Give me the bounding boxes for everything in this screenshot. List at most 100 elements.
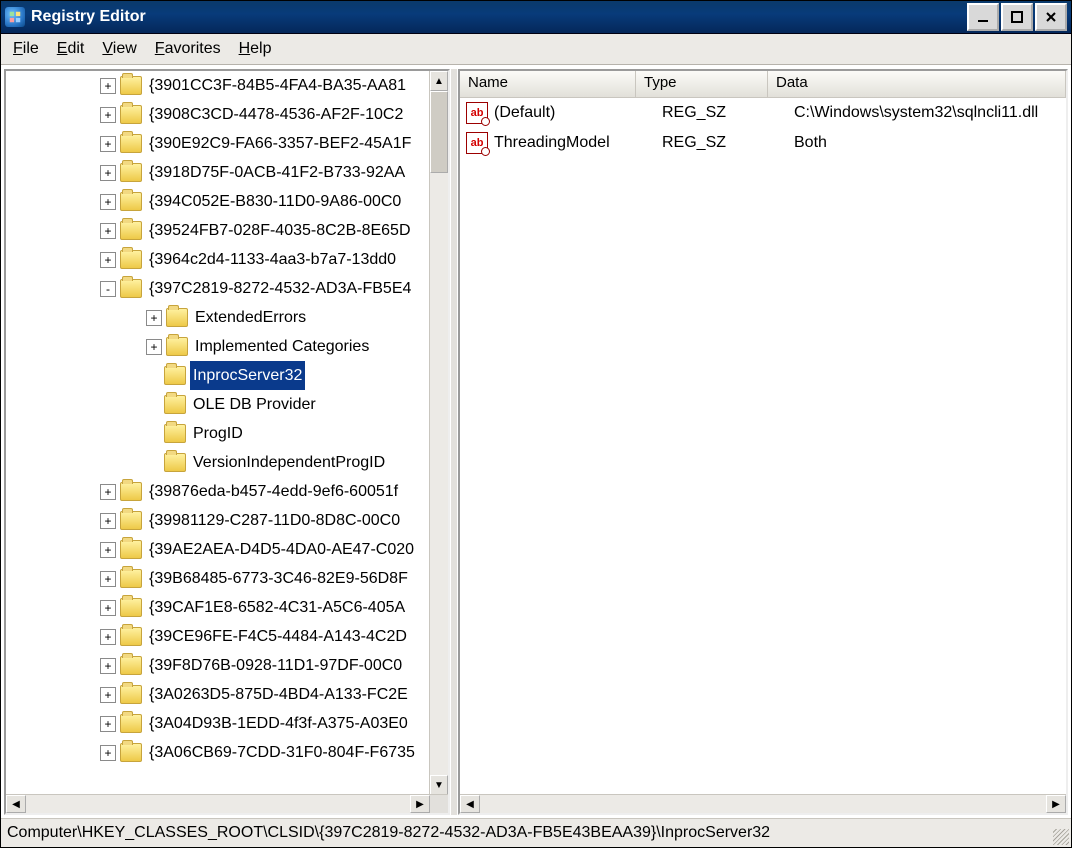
tree-item-label: {3A06CB69-7CDD-31F0-804F-F6735 — [146, 738, 418, 767]
tree-item[interactable]: +{3A0263D5-875D-4BD4-A133-FC2E — [6, 680, 430, 709]
value-name: (Default) — [494, 104, 662, 122]
regedit-icon — [5, 7, 25, 27]
expand-icon[interactable]: + — [100, 107, 116, 123]
list-header[interactable]: Name Type Data — [460, 71, 1066, 98]
expand-icon[interactable]: + — [100, 716, 116, 732]
collapse-icon[interactable]: - — [100, 281, 116, 297]
expand-icon[interactable]: + — [100, 194, 116, 210]
expand-icon[interactable]: + — [100, 484, 116, 500]
menubar: FileEditViewFavoritesHelp — [1, 34, 1071, 65]
scroll-down-button[interactable]: ▼ — [430, 775, 448, 795]
expand-icon[interactable]: + — [100, 629, 116, 645]
scroll-left-button[interactable]: ◀ — [460, 795, 480, 813]
value-list[interactable]: ab(Default)REG_SZC:\Windows\system32\sql… — [460, 98, 1066, 795]
tree-item[interactable]: +{39524FB7-028F-4035-8C2B-8E65D — [6, 216, 430, 245]
folder-icon — [120, 105, 142, 124]
scroll-right-button[interactable]: ▶ — [1046, 795, 1066, 813]
expand-icon[interactable]: + — [100, 223, 116, 239]
folder-icon — [120, 569, 142, 588]
tree-item[interactable]: +Implemented Categories — [6, 332, 430, 361]
menu-view[interactable]: View — [96, 38, 146, 60]
expand-icon[interactable]: + — [100, 600, 116, 616]
expand-icon[interactable]: + — [100, 571, 116, 587]
value-row[interactable]: ab(Default)REG_SZC:\Windows\system32\sql… — [460, 98, 1066, 128]
tree-item[interactable]: -{397C2819-8272-4532-AD3A-FB5E4 — [6, 274, 430, 303]
expand-icon[interactable]: + — [100, 745, 116, 761]
expand-icon[interactable]: + — [146, 339, 162, 355]
tree-item[interactable]: + {3A04D93B-1EDD-4f3f-A375-A03E0 — [6, 709, 430, 738]
menu-edit[interactable]: Edit — [51, 38, 95, 60]
tree-item[interactable]: InprocServer32 — [6, 361, 430, 390]
tree-item[interactable]: + {3A06CB69-7CDD-31F0-804F-F6735 — [6, 738, 430, 767]
registry-tree[interactable]: +{3901CC3F-84B5-4FA4-BA35-AA81+{3908C3CD… — [6, 71, 430, 795]
tree-item[interactable]: + {3918D75F-0ACB-41F2-B733-92AA — [6, 158, 430, 187]
maximize-button[interactable] — [1001, 3, 1033, 31]
tree-item[interactable]: +{3901CC3F-84B5-4FA4-BA35-AA81 — [6, 71, 430, 100]
tree-item[interactable]: +{39876eda-b457-4edd-9ef6-60051f — [6, 477, 430, 506]
scroll-up-button[interactable]: ▲ — [430, 71, 448, 91]
tree-item[interactable]: +ExtendedErrors — [6, 303, 430, 332]
no-expand-icon — [146, 398, 160, 412]
folder-icon — [164, 395, 186, 414]
folder-icon — [120, 598, 142, 617]
scroll-track-h[interactable] — [26, 795, 410, 813]
scroll-thumb[interactable] — [430, 91, 448, 173]
close-button[interactable] — [1035, 3, 1067, 31]
scroll-track[interactable] — [430, 173, 448, 775]
tree-hscrollbar[interactable]: ◀ ▶ — [6, 794, 448, 813]
expand-icon[interactable]: + — [146, 310, 162, 326]
string-value-icon: ab — [466, 132, 488, 154]
tree-item[interactable]: VersionIndependentProgID — [6, 448, 430, 477]
scroll-left-button[interactable]: ◀ — [6, 795, 26, 813]
tree-item[interactable]: ProgID — [6, 419, 430, 448]
tree-item-label: {3A04D93B-1EDD-4f3f-A375-A03E0 — [146, 709, 411, 738]
list-hscrollbar[interactable]: ◀ ▶ — [460, 794, 1066, 813]
statusbar-path: Computer\HKEY_CLASSES_ROOT\CLSID\{397C28… — [7, 824, 770, 842]
scroll-track-h[interactable] — [480, 795, 1046, 813]
value-row[interactable]: abThreadingModelREG_SZBoth — [460, 128, 1066, 158]
resize-grip[interactable] — [1053, 829, 1069, 845]
tree-item[interactable]: OLE DB Provider — [6, 390, 430, 419]
statusbar: Computer\HKEY_CLASSES_ROOT\CLSID\{397C28… — [1, 818, 1071, 847]
splitter[interactable] — [451, 69, 457, 815]
folder-icon — [120, 511, 142, 530]
value-data: Both — [794, 134, 1066, 152]
tree-item[interactable]: +{39981129-C287-11D0-8D8C-00C0 — [6, 506, 430, 535]
column-header-type[interactable]: Type — [636, 71, 768, 97]
tree-item[interactable]: +{3908C3CD-4478-4536-AF2F-10C2 — [6, 100, 430, 129]
no-expand-icon — [146, 369, 160, 383]
tree-item[interactable]: +{394C052E-B830-11D0-9A86-00C0 — [6, 187, 430, 216]
folder-icon — [120, 743, 142, 762]
menu-favorites[interactable]: Favorites — [149, 38, 231, 60]
expand-icon[interactable]: + — [100, 78, 116, 94]
registry-editor-window: Registry Editor FileEditViewFavoritesHel… — [0, 0, 1072, 848]
column-header-name[interactable]: Name — [460, 71, 636, 97]
menu-file[interactable]: File — [7, 38, 49, 60]
expand-icon[interactable]: + — [100, 136, 116, 152]
tree-item[interactable]: +{390E92C9-FA66-3357-BEF2-45A1F — [6, 129, 430, 158]
menu-help[interactable]: Help — [233, 38, 282, 60]
folder-icon — [166, 308, 188, 327]
tree-item[interactable]: +{39CAF1E8-6582-4C31-A5C6-405A — [6, 593, 430, 622]
expand-icon[interactable]: + — [100, 687, 116, 703]
titlebar[interactable]: Registry Editor — [1, 1, 1071, 34]
expand-icon[interactable]: + — [100, 252, 116, 268]
tree-item-label: {3918D75F-0ACB-41F2-B733-92AA — [146, 158, 408, 187]
tree-item[interactable]: +{39B68485-6773-3C46-82E9-56D8F — [6, 564, 430, 593]
tree-item[interactable]: +{39AE2AEA-D4D5-4DA0-AE47-C020 — [6, 535, 430, 564]
folder-icon — [164, 366, 186, 385]
tree-item[interactable]: +{39CE96FE-F4C5-4484-A143-4C2D — [6, 622, 430, 651]
tree-item[interactable]: +{3964c2d4-1133-4aa3-b7a7-13dd0 — [6, 245, 430, 274]
expand-icon[interactable]: + — [100, 513, 116, 529]
folder-icon — [120, 250, 142, 269]
minimize-button[interactable] — [967, 3, 999, 31]
no-expand-icon — [146, 427, 160, 441]
folder-icon — [120, 656, 142, 675]
expand-icon[interactable]: + — [100, 165, 116, 181]
expand-icon[interactable]: + — [100, 542, 116, 558]
tree-item[interactable]: +{39F8D76B-0928-11D1-97DF-00C0 — [6, 651, 430, 680]
scroll-right-button[interactable]: ▶ — [410, 795, 430, 813]
expand-icon[interactable]: + — [100, 658, 116, 674]
column-header-data[interactable]: Data — [768, 71, 1066, 97]
tree-vscrollbar[interactable]: ▲ ▼ — [429, 71, 448, 795]
